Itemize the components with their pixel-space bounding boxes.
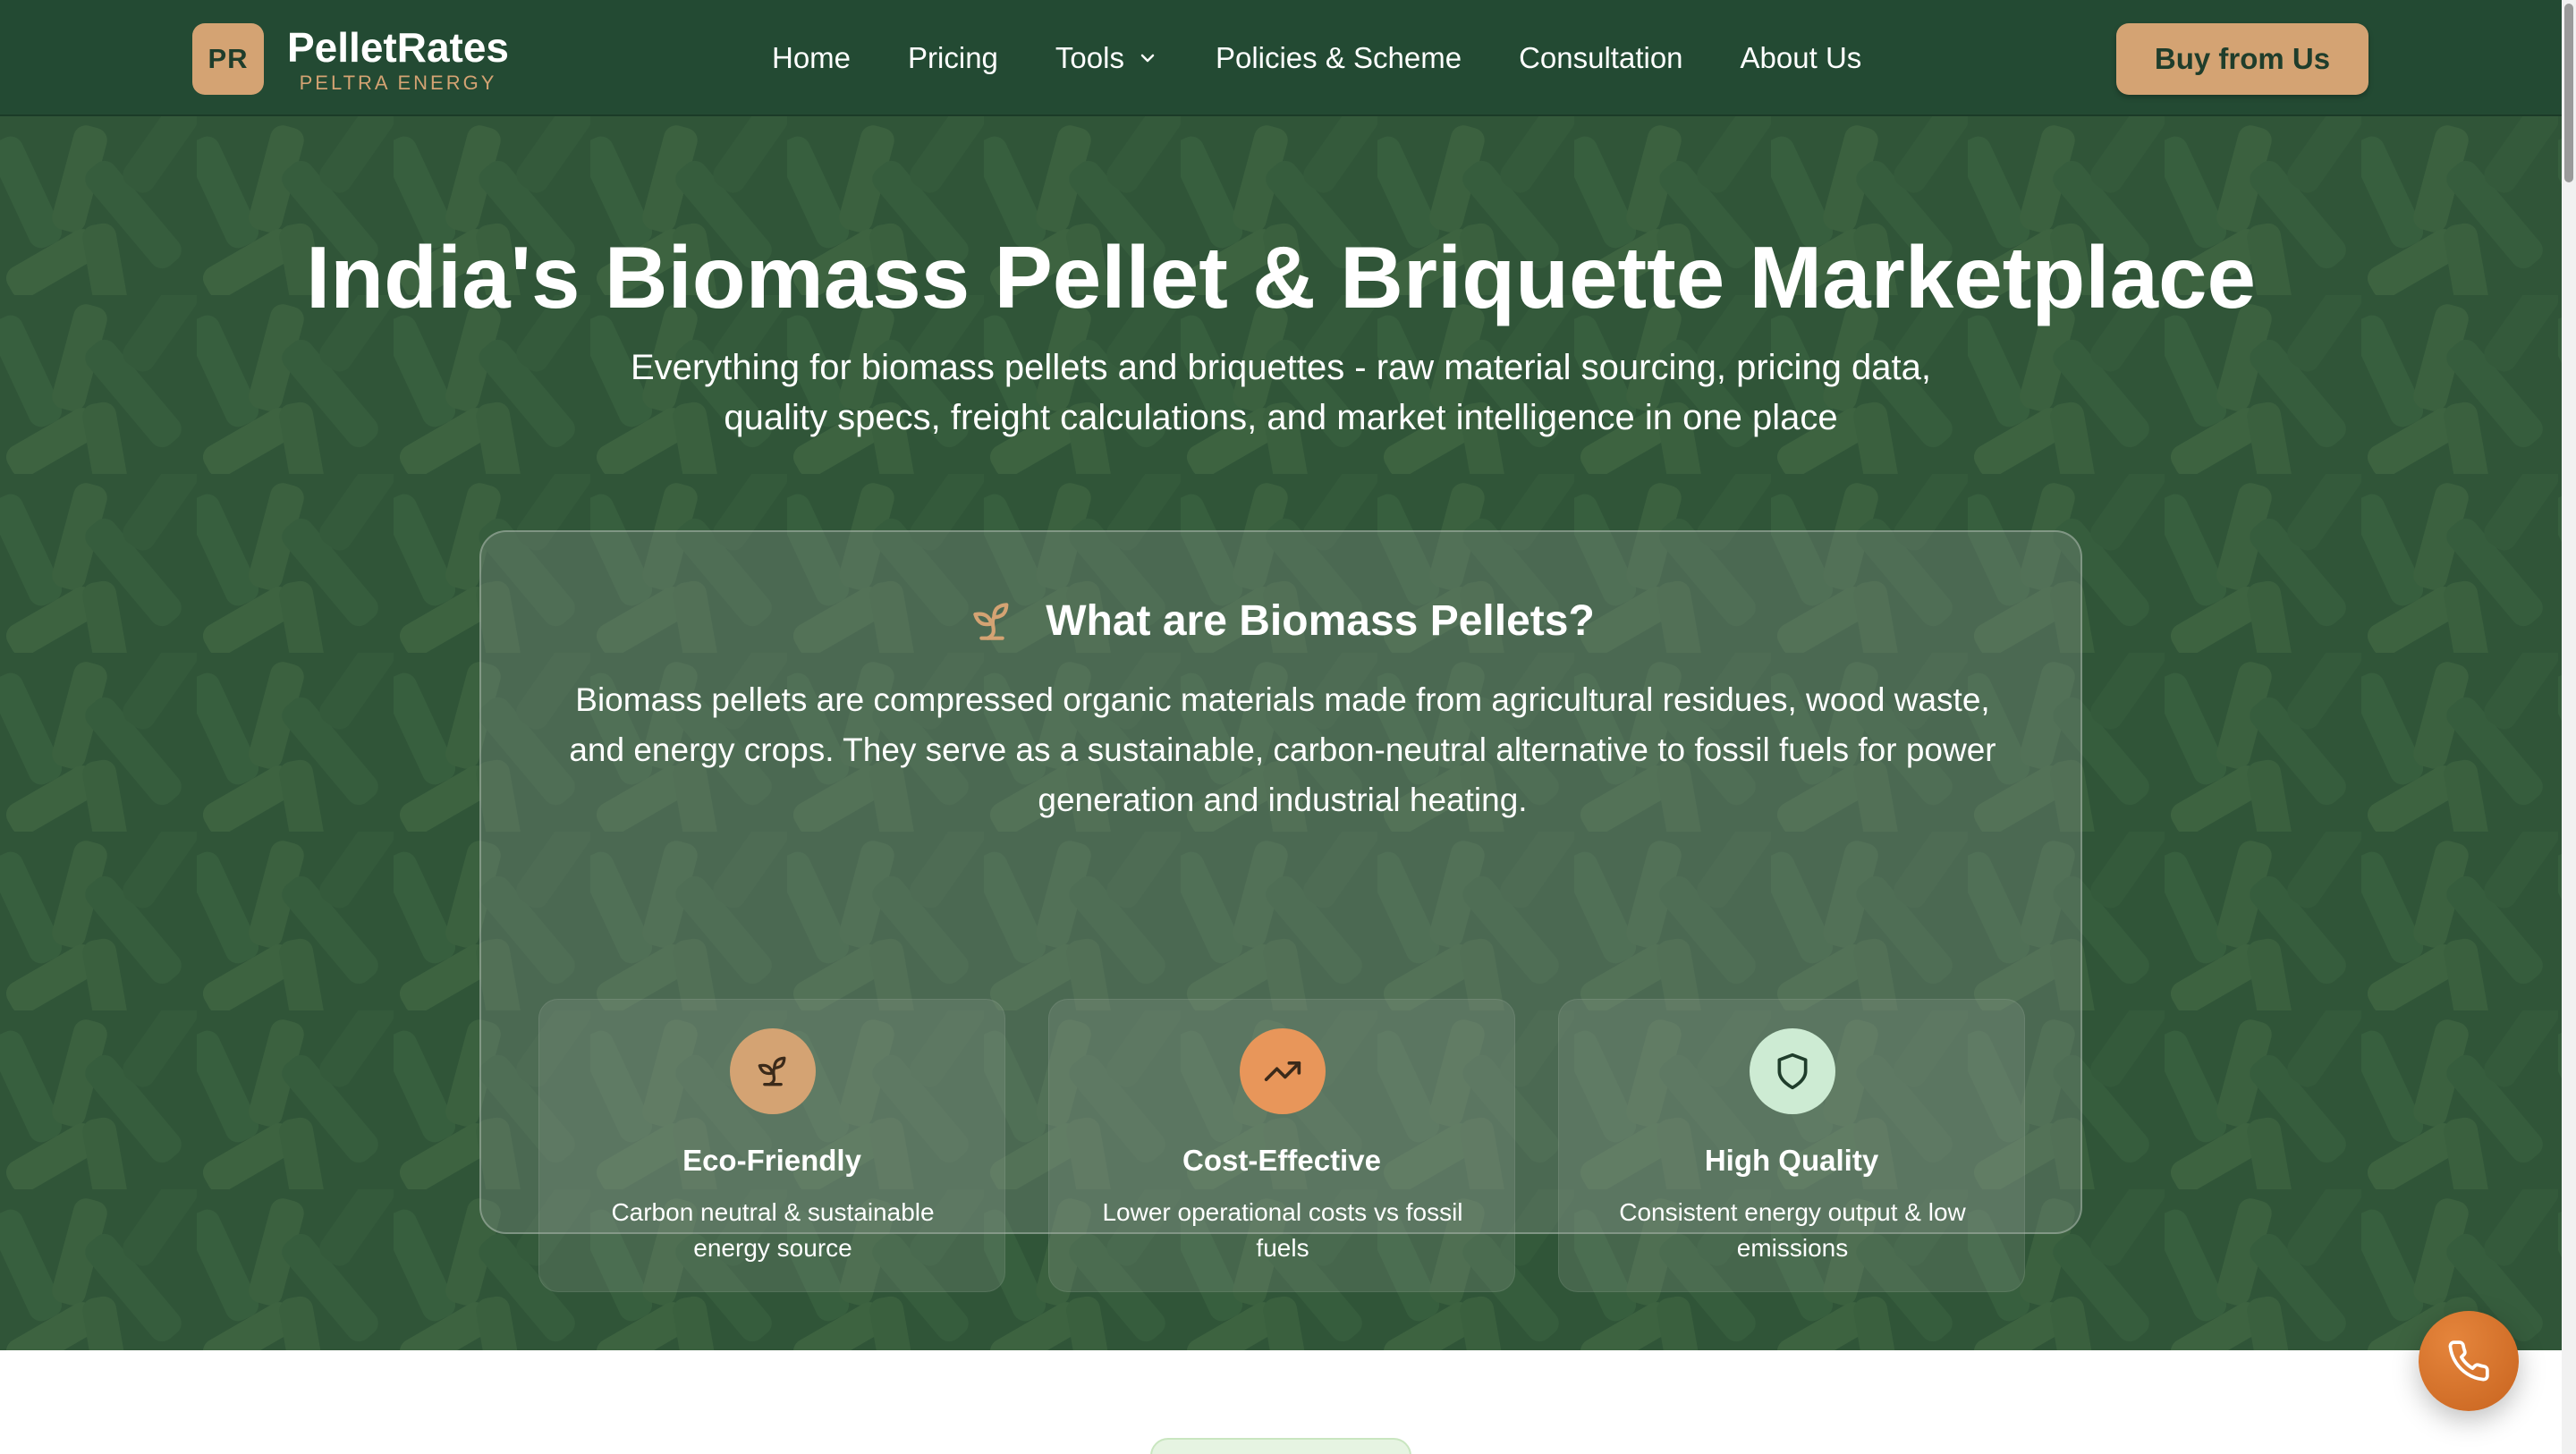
scrollbar-thumb[interactable] [2564,4,2573,182]
nav-about[interactable]: About Us [1741,36,1862,80]
card-description: Biomass pellets are compressed organic m… [569,681,1996,818]
page-scrollbar[interactable] [2562,0,2576,1454]
logo-badge: PR [192,23,264,95]
nav-policies[interactable]: Policies & Scheme [1216,36,1462,80]
call-button[interactable] [2419,1311,2519,1411]
nav-tools-dropdown[interactable]: Tools [1055,36,1158,80]
feature-description: Lower operational costs vs fossil fuels [1102,1198,1463,1262]
nav-home-label: Home [772,41,852,74]
feature-title: Eco-Friendly [682,1144,861,1177]
shield-icon [1777,1052,1808,1090]
card-header: What are Biomass Pellets? [481,595,2080,648]
phone-icon [2448,1340,2489,1382]
sprout-icon [758,1056,786,1086]
feature-description: Carbon neutral & sustainable energy sour… [611,1198,935,1262]
nav-about-label: About Us [1740,41,1862,74]
feature-cost-effective: Cost-Effective Lower operational costs v… [1048,999,1515,1292]
sprout-icon [973,603,1009,640]
feature-icon-circle [1240,1028,1326,1114]
nav-consultation-label: Consultation [1519,41,1683,74]
nav-tools-label: Tools [1055,41,1124,74]
feature-icon-circle [730,1028,816,1114]
section-badge [1150,1438,1411,1454]
logo-text: PelletRates PELTRA ENERGY [287,24,509,94]
nav-pricing-label: Pricing [908,41,998,74]
hero-subtitle: Everything for biomass pellets and briqu… [630,348,1932,437]
brand-name: PelletRates [287,24,510,71]
brand-tagline: PELTRA ENERGY [299,72,497,94]
feature-icon-circle [1750,1028,1835,1114]
nav-policies-label: Policies & Scheme [1215,41,1462,74]
biomass-info-card: What are Biomass Pellets? Biomass pellet… [479,530,2082,1292]
feature-title: High Quality [1704,1144,1879,1177]
trending-up-icon [1264,1061,1301,1081]
hero-title: India's Biomass Pellet & Briquette Marke… [305,228,2257,326]
chevron-down-icon [1140,54,1155,63]
feature-description: Consistent energy output & low emissions [1619,1198,1966,1262]
hero-section: India's Biomass Pellet & Briquette Marke… [0,116,2562,1350]
nav-pricing[interactable]: Pricing [908,36,998,80]
brand-logo[interactable]: PR PelletRates PELTRA ENERGY [192,23,509,95]
card-title: What are Biomass Pellets? [1046,597,1595,645]
buy-from-us-button[interactable]: Buy from Us [2116,23,2368,95]
main-nav: Home Pricing Tools Policies & Scheme Con… [772,36,1861,80]
top-navbar: PR PelletRates PELTRA ENERGY Home Pricin… [0,0,2562,116]
feature-high-quality: High Quality Consistent energy output & … [1558,999,2025,1292]
feature-title: Cost-Effective [1182,1144,1381,1177]
nav-consultation[interactable]: Consultation [1519,36,1682,80]
nav-home[interactable]: Home [772,36,851,80]
feature-eco-friendly: Eco-Friendly Carbon neutral & sustainabl… [538,999,1005,1292]
